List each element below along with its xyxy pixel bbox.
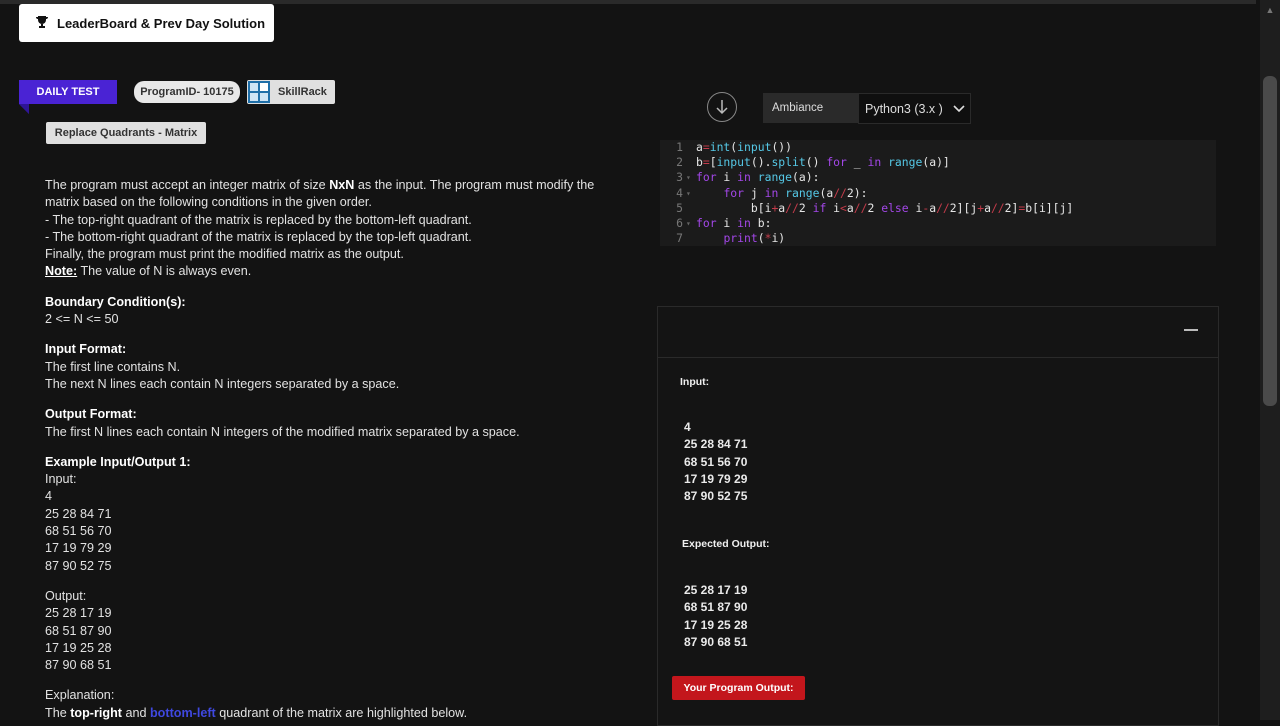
problem-title: Replace Quadrants - Matrix — [46, 122, 206, 144]
example-output-line: 68 51 87 90 — [45, 623, 112, 638]
note-text: Note: The value of N is always even. — [45, 264, 252, 279]
skillrack-logo-icon — [248, 81, 270, 103]
code-line: 3 ▾ for i in range(a): — [676, 170, 820, 185]
example-output-label: Output: — [45, 588, 87, 603]
code-line: 6 ▾ for i in b: — [676, 215, 772, 230]
code-editor[interactable]: 1 a=int(input()) 2 b=[input().split() for … — [660, 140, 1216, 246]
language-select[interactable]: Python3 (3.x ) — [858, 93, 971, 124]
leaderboard-button[interactable]: LeaderBoard & Prev Day Solution — [19, 4, 274, 42]
example-input-line: 17 19 79 29 — [45, 541, 112, 556]
skillrack-badge: SkillRack — [247, 80, 335, 104]
code-line: 1 a=int(input()) — [676, 140, 793, 154]
skillrack-label: SkillRack — [278, 86, 327, 98]
scroll-thumb[interactable] — [1263, 76, 1277, 406]
condition-2: - The bottom-right quadrant of the matri… — [45, 229, 472, 244]
collapse-icon[interactable] — [1184, 329, 1198, 331]
problem-statement: The program must accept an integer matri… — [45, 177, 625, 722]
condition-1: - The top-right quadrant of the matrix i… — [45, 212, 472, 227]
example-input-line: 68 51 56 70 — [45, 524, 112, 539]
ambiance-selector[interactable]: Ambiance — [763, 93, 858, 123]
finally-text: Finally, the program must print the modi… — [45, 247, 404, 262]
boundary-text: 2 <= N <= 50 — [45, 312, 119, 327]
code-line: 7 print(*i) — [676, 231, 786, 246]
code-line: 5 b[i+a//2 if i<a//2 else i-a//2][j+a//2… — [676, 200, 1074, 215]
example-input-line: 87 90 52 75 — [45, 558, 112, 573]
chevron-down-icon — [953, 104, 965, 112]
arrow-down-icon — [716, 100, 728, 115]
io-panel-header — [658, 307, 1218, 358]
intro-text: The program must accept an integer matri… — [45, 178, 595, 210]
program-output-button[interactable]: Your Program Output: — [672, 676, 805, 700]
page-scrollbar[interactable]: ▲ — [1260, 0, 1280, 720]
input-format-line-1: The first line contains N. — [45, 359, 181, 374]
expected-output-label: Expected Output: — [682, 538, 770, 550]
daily-test-badge: DAILY TEST — [19, 80, 117, 114]
example-input-label: Input: — [45, 472, 77, 487]
program-id-badge: ProgramID- 10175 — [134, 81, 240, 103]
example-output-line: 87 90 68 51 — [45, 658, 112, 673]
code-line: 4 ▾ for j in range(a//2): — [676, 185, 868, 200]
example-input-line: 4 — [45, 489, 53, 504]
output-format-heading: Output Format: — [45, 407, 137, 422]
input-format-line-2: The next N lines each contain N integers… — [45, 376, 400, 391]
explanation-label: Explanation: — [45, 688, 115, 703]
input-format-heading: Input Format: — [45, 342, 127, 357]
io-panel — [657, 306, 1219, 726]
trophy-icon — [35, 15, 49, 32]
output-format-line-1: The first N lines each contain N integer… — [45, 424, 520, 439]
download-button[interactable] — [707, 92, 737, 122]
leaderboard-label: LeaderBoard & Prev Day Solution — [57, 15, 266, 31]
code-line: 2 b=[input().split() for _ in range(a)] — [676, 155, 950, 170]
input-values: 4 25 28 84 71 68 51 56 70 17 19 79 29 87… — [684, 420, 748, 504]
example-heading: Example Input/Output 1: — [45, 454, 191, 469]
scroll-up-arrow-icon[interactable]: ▲ — [1260, 0, 1280, 20]
input-label: Input: — [680, 376, 710, 388]
explanation-text: The top-right and bottom-left quadrant o… — [45, 705, 468, 720]
boundary-heading: Boundary Condition(s): — [45, 294, 186, 309]
example-output-line: 25 28 17 19 — [45, 606, 112, 621]
expected-output-values: 25 28 17 19 68 51 87 90 17 19 25 28 87 9… — [684, 583, 748, 649]
language-value: Python3 (3.x ) — [865, 101, 943, 116]
example-output-line: 17 19 25 28 — [45, 640, 112, 655]
example-input-line: 25 28 84 71 — [45, 506, 112, 521]
